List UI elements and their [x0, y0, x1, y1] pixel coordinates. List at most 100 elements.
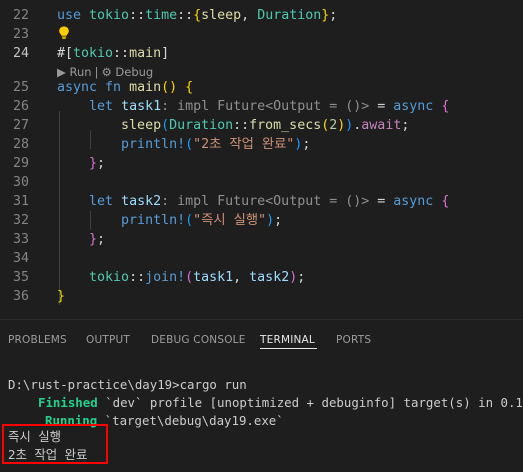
line-number: 35 [12, 270, 29, 285]
code-line[interactable]: 31 let task2: impl Future<Output = ()> =… [0, 192, 523, 211]
code-token: task1 [193, 270, 234, 285]
code-token: "즉시 실행" [193, 213, 267, 228]
code-token: main [129, 46, 162, 61]
code-token: ; [274, 213, 283, 228]
line-number: 36 [12, 289, 29, 304]
code-token: { [193, 8, 202, 23]
code-token: let [89, 194, 122, 209]
code-token: } [89, 156, 98, 171]
code-token: async [393, 194, 442, 209]
tab-output[interactable]: OUTPUT [86, 332, 130, 352]
code-token: :: [233, 118, 250, 133]
code-token: } [57, 289, 66, 304]
code-text: println!("2초 작업 완료"); [57, 135, 310, 154]
line-number: 30 [12, 175, 29, 190]
running-label: Running [45, 413, 98, 428]
code-token: use [57, 8, 90, 23]
code-line[interactable]: 28 println!("2초 작업 완료"); [0, 135, 523, 154]
code-token: , [233, 270, 250, 285]
code-token: () [161, 80, 178, 95]
code-token: ; [329, 8, 338, 23]
code-token: { [185, 80, 194, 95]
code-line[interactable]: 36} [0, 287, 523, 306]
code-line[interactable]: 34 [0, 249, 523, 268]
code-token: ; [401, 118, 410, 133]
code-text: #[tokio::main] [57, 44, 169, 63]
code-line[interactable]: 32 println!("즉시 실행"); [0, 211, 523, 230]
code-token: ; [297, 270, 306, 285]
code-token: ( [185, 270, 194, 285]
code-token: = [369, 99, 394, 114]
code-token: Duration [169, 118, 234, 133]
code-token: ( [161, 118, 170, 133]
code-token: sleep [201, 8, 242, 23]
code-text: }; [57, 230, 105, 249]
code-text: println!("즉시 실행"); [57, 211, 282, 230]
code-token: await [361, 118, 402, 133]
code-token: tokio [89, 270, 130, 285]
code-text: }; [57, 154, 105, 173]
code-line[interactable]: 27 sleep(Duration::from_secs(2)).await; [0, 116, 523, 135]
code-token: ) [266, 213, 275, 228]
line-number: 26 [12, 99, 29, 114]
code-line[interactable]: 23 [0, 25, 523, 44]
code-token: "2초 작업 완료" [193, 137, 295, 152]
line-number: 24 [12, 46, 29, 61]
terminal-prompt-line: D:\rust-practice\day19>cargo run [8, 377, 247, 392]
line-number: 23 [12, 27, 29, 42]
code-token: ; [302, 137, 311, 152]
line-number: 22 [12, 8, 29, 23]
line-number: 31 [12, 194, 29, 209]
code-token: tokio [73, 46, 114, 61]
code-token: println! [121, 213, 186, 228]
code-editor[interactable]: ▶ Run | ⚙ Debug 22 use tokio::time::{sleep,… [0, 0, 523, 318]
terminal-running-line: Running `target\debug\day19.exe` [45, 412, 284, 430]
code-token: { [441, 194, 450, 209]
code-token: ; [97, 156, 106, 171]
code-line[interactable]: 22 use tokio::time::{sleep, Duration}; [0, 6, 523, 25]
code-token: task2 [121, 194, 162, 209]
code-token: main [129, 80, 162, 95]
code-line[interactable]: 24 #[tokio::main] [0, 44, 523, 63]
code-token: task1 [121, 99, 162, 114]
code-text: tokio::join!(task1, task2); [57, 268, 305, 287]
tab-problems[interactable]: PROBLEMS [8, 332, 67, 352]
code-line[interactable]: 26 let task1: impl Future<Output = ()> =… [0, 97, 523, 116]
code-text: sleep(Duration::from_secs(2)).await; [57, 116, 409, 135]
terminal[interactable]: D:\rust-practice\day19>cargo run Finishe… [0, 356, 523, 472]
code-line[interactable]: 25 async fn main() { [0, 78, 523, 97]
tab-ports[interactable]: PORTS [336, 332, 371, 352]
line-number: 25 [12, 80, 29, 95]
code-line[interactable]: 35 tokio::join!(task1, task2); [0, 268, 523, 287]
code-token: Future<Output = ()> [217, 99, 370, 114]
finished-text: `dev` profile [unoptimized + debuginfo] … [97, 395, 523, 410]
code-token: fn [105, 80, 130, 95]
code-token: async [57, 80, 106, 95]
code-line[interactable]: 33 }; [0, 230, 523, 249]
code-text: let task2: impl Future<Output = ()> = as… [57, 192, 449, 211]
code-text: } [57, 287, 65, 306]
code-token: tokio [89, 8, 130, 23]
code-token: Duration [257, 8, 322, 23]
code-token: ] [161, 46, 170, 61]
line-number: 28 [12, 137, 29, 152]
code-text: use tokio::time::{sleep, Duration}; [57, 6, 337, 25]
code-token: ( [185, 213, 194, 228]
tab-debug-console[interactable]: DEBUG CONSOLE [151, 332, 246, 352]
code-token: println! [121, 137, 186, 152]
code-token: : impl [161, 99, 218, 114]
code-token: :: [129, 8, 146, 23]
code-line[interactable]: 30 [0, 173, 523, 192]
code-token: async [393, 99, 442, 114]
code-line[interactable]: 29 }; [0, 154, 523, 173]
terminal-output-line: 즉시 실행 [8, 429, 62, 444]
code-token: #[ [57, 46, 74, 61]
tab-terminal[interactable]: TERMINAL [260, 332, 315, 352]
code-token: ; [97, 232, 106, 247]
